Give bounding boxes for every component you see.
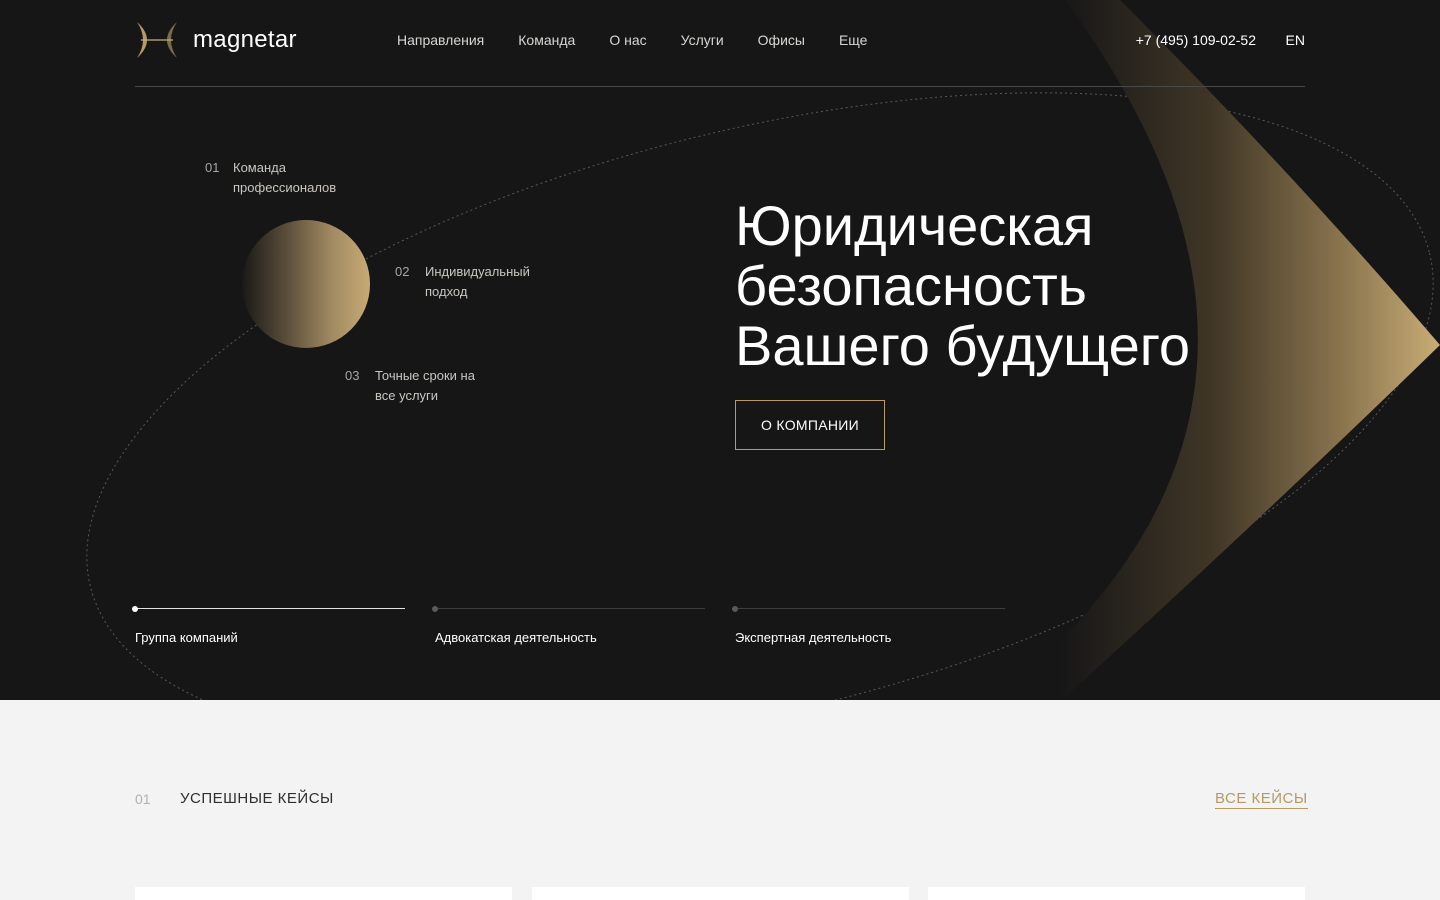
logo-mark-icon: [137, 22, 177, 58]
tab-label: Экспертная деятельность: [735, 630, 892, 645]
nav-offices[interactable]: Офисы: [758, 32, 805, 48]
main-nav: Направления Команда О нас Услуги Офисы Е…: [397, 32, 901, 48]
tab-advocacy[interactable]: Адвокатская деятельность: [432, 600, 705, 650]
site-header: magnetar Направления Команда О нас Услуг…: [135, 0, 1305, 87]
tab-dot: [432, 606, 438, 612]
tab-progress-line: [435, 608, 705, 609]
feature-item: 02 Индивидуальный подход: [395, 262, 555, 302]
hero-title-line: Вашего будущего: [735, 314, 1191, 377]
all-cases-link[interactable]: ВСЕ КЕЙСЫ: [1215, 790, 1308, 809]
tab-expertise[interactable]: Экспертная деятельность: [732, 600, 1005, 650]
section-title: УСПЕШНЫЕ КЕЙСЫ: [180, 790, 334, 807]
tab-label: Группа компаний: [135, 630, 238, 645]
case-card[interactable]: [532, 887, 909, 900]
about-company-button[interactable]: О КОМПАНИИ: [735, 400, 885, 450]
nav-more[interactable]: Еще: [839, 32, 868, 48]
case-card[interactable]: [928, 887, 1305, 900]
nav-about[interactable]: О нас: [609, 32, 646, 48]
gold-sphere: [242, 220, 370, 348]
feature-item: 03 Точные сроки на все услуги: [345, 366, 475, 406]
tab-dot: [732, 606, 738, 612]
feature-number: 01: [205, 160, 220, 175]
feature-text: Индивидуальный подход: [425, 264, 530, 299]
feature-number: 02: [395, 264, 410, 279]
hero-section: magnetar Направления Команда О нас Услуг…: [0, 0, 1440, 700]
tab-progress-line: [135, 608, 405, 609]
logo-text: magnetar: [193, 26, 297, 53]
nav-services[interactable]: Услуги: [681, 32, 724, 48]
phone-link[interactable]: +7 (495) 109-02-52: [1136, 32, 1256, 48]
tab-label: Адвокатская деятельность: [435, 630, 597, 645]
feature-number: 03: [345, 368, 360, 383]
feature-item: 01 Команда профессионалов: [205, 158, 373, 198]
case-card[interactable]: [135, 887, 512, 900]
section-number: 01: [135, 791, 151, 807]
feature-text: Команда профессионалов: [233, 160, 337, 195]
tab-group-companies[interactable]: Группа компаний: [132, 600, 405, 650]
nav-team[interactable]: Команда: [518, 32, 575, 48]
tab-progress-line: [735, 608, 1005, 609]
hero-title-line: Юридическая: [735, 194, 1094, 257]
feature-text: Точные сроки на все услуги: [375, 368, 475, 403]
language-switch[interactable]: EN: [1286, 32, 1305, 48]
hero-title-line: безопасность: [735, 254, 1087, 317]
logo[interactable]: magnetar: [135, 20, 297, 60]
hero-title: Юридическая безопасность Вашего будущего: [735, 196, 1235, 376]
nav-directions[interactable]: Направления: [397, 32, 484, 48]
tab-dot: [132, 606, 138, 612]
